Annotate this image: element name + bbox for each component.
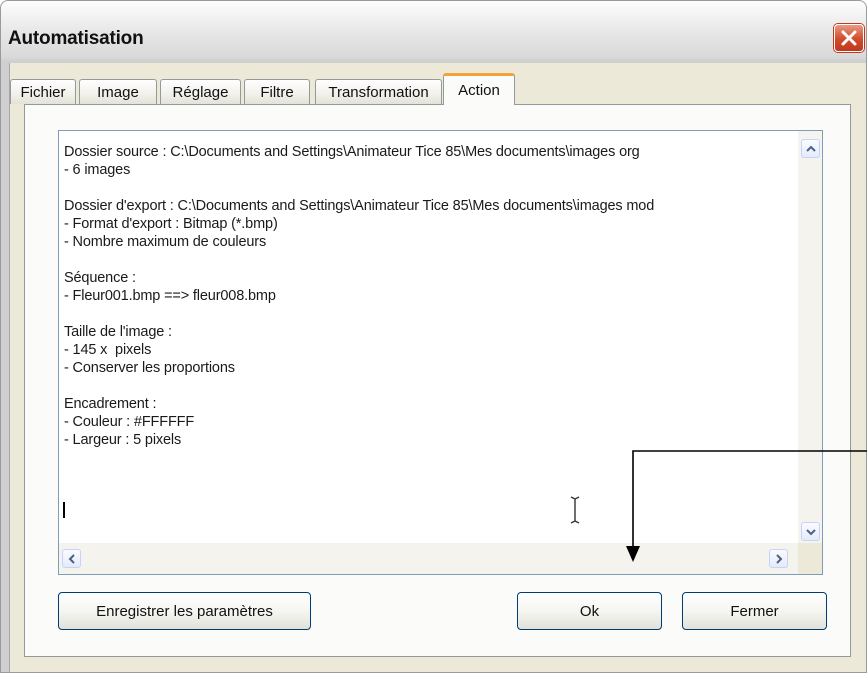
close-icon <box>841 30 857 46</box>
text-caret <box>63 502 65 518</box>
save-settings-label: Enregistrer les paramètres <box>96 602 273 620</box>
tab-fichier[interactable]: Fichier <box>10 79 76 104</box>
tab-label: Transformation <box>328 83 429 101</box>
tab-image[interactable]: Image <box>79 79 157 104</box>
tab-label: Image <box>97 83 139 101</box>
horizontal-scrollbar[interactable] <box>59 543 800 574</box>
tab-transformation[interactable]: Transformation <box>315 79 442 104</box>
scroll-left-button[interactable] <box>62 549 81 568</box>
close-window-button[interactable] <box>834 24 864 52</box>
scroll-up-button[interactable] <box>801 139 820 158</box>
close-button[interactable]: Fermer <box>682 592 827 630</box>
ibeam-cursor-icon <box>570 496 580 524</box>
vertical-scrollbar[interactable] <box>798 131 822 544</box>
save-settings-button[interactable]: Enregistrer les paramètres <box>58 592 311 630</box>
close-label: Fermer <box>730 602 779 620</box>
chevron-left-icon <box>68 553 75 564</box>
chevron-down-icon <box>805 528 816 535</box>
summary-text: Dossier source : C:\Documents and Settin… <box>64 144 655 448</box>
tab-filtre[interactable]: Filtre <box>244 79 310 104</box>
tab-reglage[interactable]: Réglage <box>160 79 241 104</box>
tab-label: Action <box>458 82 500 99</box>
summary-textarea[interactable]: Dossier source : C:\Documents and Settin… <box>58 130 823 575</box>
tab-label: Réglage <box>172 83 229 101</box>
scrollbar-corner <box>798 543 822 574</box>
tab-label: Fichier <box>20 83 66 101</box>
ok-label: Ok <box>579 602 600 620</box>
window-title: Automatisation <box>8 28 144 49</box>
tab-action[interactable]: Action <box>443 73 515 105</box>
chevron-right-icon <box>775 553 782 564</box>
scroll-down-button[interactable] <box>801 522 820 541</box>
tab-label: Filtre <box>260 83 294 101</box>
ok-button[interactable]: Ok <box>517 592 662 630</box>
chevron-up-icon <box>805 145 816 152</box>
scroll-right-button[interactable] <box>769 549 788 568</box>
